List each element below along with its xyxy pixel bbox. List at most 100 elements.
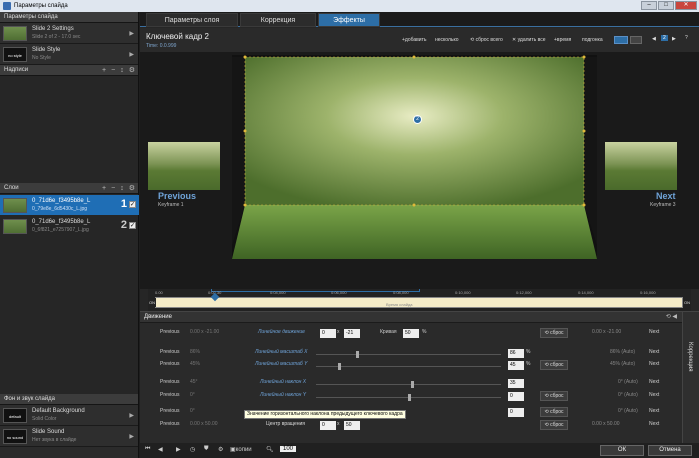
ok-button[interactable]: ОК bbox=[600, 445, 644, 456]
prev-keyframe-label[interactable]: Previous bbox=[158, 191, 196, 201]
gear-icon[interactable]: ⚙ bbox=[129, 65, 135, 76]
next-keyframe-thumb[interactable] bbox=[605, 142, 677, 190]
shield-icon[interactable]: ⛊ bbox=[204, 446, 209, 453]
background-thumb: default bbox=[3, 408, 27, 423]
skew-x-slider[interactable] bbox=[316, 381, 501, 388]
reset-button[interactable]: ⟲ сброс bbox=[540, 391, 568, 401]
copy-button[interactable]: ▣копии bbox=[230, 446, 252, 453]
close-button[interactable]: ✕ bbox=[675, 1, 697, 10]
motion-row: Previous 86% Линейный масштаб X 86 % 86%… bbox=[140, 349, 680, 360]
timeline-end[interactable]: ON bbox=[683, 298, 691, 307]
next-label[interactable]: Next bbox=[649, 408, 659, 414]
previous-label[interactable]: Previous bbox=[160, 361, 179, 367]
add-icon[interactable]: + bbox=[102, 183, 106, 194]
layer-number: 2 bbox=[120, 219, 127, 231]
page-prev-icon[interactable]: ◀ bbox=[652, 36, 656, 42]
gear-icon[interactable]: ⚙ bbox=[129, 183, 135, 194]
clock-icon[interactable]: ◷ bbox=[190, 446, 195, 453]
skew-y-slider[interactable] bbox=[316, 394, 501, 401]
slide-sound-row[interactable]: no sound Slide Sound Нет звука в слайде … bbox=[0, 426, 138, 447]
reset-motion-icon[interactable]: ⟲ ◀ bbox=[666, 312, 677, 323]
reset-button[interactable]: ⟲ сброс bbox=[540, 360, 568, 370]
time-button[interactable]: +время bbox=[554, 37, 571, 43]
slide-preview[interactable]: 2 bbox=[232, 55, 597, 259]
prev-icon[interactable]: ◀ bbox=[158, 446, 163, 453]
page-number[interactable]: 2 bbox=[661, 35, 668, 41]
slider-knob[interactable] bbox=[408, 394, 411, 401]
move-x-input[interactable]: 0 bbox=[320, 329, 336, 338]
next-label[interactable]: Next bbox=[649, 392, 659, 398]
move-y-input[interactable]: -21 bbox=[344, 329, 360, 338]
reset-button[interactable]: ⟲ сброс bbox=[540, 420, 568, 430]
scale-x-slider[interactable] bbox=[316, 351, 501, 358]
play-icon[interactable]: ▶ bbox=[176, 446, 181, 453]
cancel-button[interactable]: Отмена bbox=[648, 445, 692, 456]
remove-icon[interactable]: − bbox=[111, 183, 115, 194]
next-label[interactable]: Next bbox=[649, 379, 659, 385]
sort-icon[interactable]: ↕ bbox=[120, 65, 124, 76]
sort-icon[interactable]: ↕ bbox=[120, 183, 124, 194]
timeline-start[interactable]: ON bbox=[148, 298, 156, 307]
remove-icon[interactable]: − bbox=[111, 65, 115, 76]
gear-icon[interactable]: ⚙ bbox=[218, 446, 223, 453]
page-next-icon[interactable]: ▶ bbox=[672, 36, 676, 42]
skew-y-input[interactable]: 0 bbox=[508, 392, 524, 401]
previous-label[interactable]: Previous bbox=[160, 408, 179, 414]
scale-y-slider[interactable] bbox=[316, 363, 501, 370]
layer-item[interactable]: 0_71d6e_f3495b8e_L 0_6f821_e7257907_L.jp… bbox=[0, 216, 139, 236]
slider-knob[interactable] bbox=[411, 381, 414, 388]
add-icon[interactable]: + bbox=[102, 65, 106, 76]
slider-knob[interactable] bbox=[338, 363, 341, 370]
previous-label[interactable]: Previous bbox=[160, 379, 179, 385]
delete-all-button[interactable]: ✕ удалить все bbox=[512, 37, 546, 43]
curve-input[interactable]: 50 bbox=[403, 329, 419, 338]
reset-all-button[interactable]: ⟲ сброс всего bbox=[470, 37, 503, 43]
previous-label[interactable]: Previous bbox=[160, 421, 179, 427]
minimize-button[interactable]: – bbox=[641, 1, 657, 10]
help-icon[interactable]: ? bbox=[685, 35, 688, 41]
scale-x-input[interactable]: 86 bbox=[508, 349, 524, 358]
slide-settings-row[interactable]: Slide 2 Settings Slide 2 of 2 - 17.0 sec… bbox=[0, 23, 138, 44]
default-background-row[interactable]: default Default Background Solid Color ▶ bbox=[0, 405, 138, 426]
view-mode-toggle-alt[interactable] bbox=[630, 36, 642, 44]
rotation-input[interactable]: 0 bbox=[508, 408, 524, 417]
skew-x-input[interactable]: 35 bbox=[508, 379, 524, 388]
keyframe-marker[interactable]: 2 bbox=[413, 115, 422, 124]
tab-layer-params[interactable]: Параметры слоя bbox=[146, 13, 238, 27]
previous-label[interactable]: Previous bbox=[160, 349, 179, 355]
tab-effects[interactable]: Эффекты bbox=[318, 13, 380, 27]
next-label[interactable]: Next bbox=[649, 421, 659, 427]
next-label[interactable]: Next bbox=[649, 349, 659, 355]
fit-button[interactable]: подгонка bbox=[582, 37, 603, 43]
next-keyframe-label[interactable]: Next bbox=[656, 191, 676, 201]
maximize-button[interactable]: □ bbox=[658, 1, 674, 10]
slide-style-row[interactable]: no style Slide Style No Style ▶ bbox=[0, 44, 138, 65]
zoom-input[interactable]: 100 bbox=[280, 446, 297, 452]
center-y-input[interactable]: 50 bbox=[344, 421, 360, 430]
slider-knob[interactable] bbox=[356, 351, 359, 358]
reset-button[interactable]: ⟲ сброс bbox=[540, 328, 568, 338]
previous-label[interactable]: Previous bbox=[160, 392, 179, 398]
next-label[interactable]: Next bbox=[649, 361, 659, 367]
view-mode-toggle[interactable] bbox=[614, 36, 628, 44]
next-value: 0.00 x 50.00 bbox=[592, 421, 620, 427]
reset-button[interactable]: ⟲ сброс bbox=[540, 407, 568, 417]
several-button[interactable]: несколько bbox=[435, 37, 459, 43]
first-icon[interactable]: ⏮ bbox=[145, 446, 150, 453]
scale-y-input[interactable]: 45 bbox=[508, 361, 524, 370]
add-keyframe-button[interactable]: +добавить bbox=[402, 37, 427, 43]
left-panel: Параметры слайда Slide 2 Settings Slide … bbox=[0, 12, 139, 458]
timeline[interactable]: 0.00 0:02.30 0:04,000 0:06,000 0:08,000 … bbox=[148, 289, 691, 311]
next-label[interactable]: Next bbox=[649, 329, 659, 335]
prev-keyframe-thumb[interactable] bbox=[148, 142, 220, 190]
previous-label[interactable]: Previous bbox=[160, 329, 179, 335]
tab-correction[interactable]: Коррекция bbox=[240, 13, 316, 27]
timeline-bar[interactable]: Время слайда bbox=[155, 292, 683, 308]
next-value: 0° (Auto) bbox=[618, 392, 638, 398]
correction-side-tab[interactable]: Коррекция bbox=[682, 312, 699, 444]
center-x-input[interactable]: 0 bbox=[320, 421, 336, 430]
layer-visible-checkbox[interactable]: ✓ bbox=[129, 201, 136, 208]
layer-item[interactable]: 0_71d6e_f3495b8e_L 0_79e8e_6d5430c_L.jpg… bbox=[0, 195, 139, 215]
previous-value: 0.00 x -21.00 bbox=[190, 329, 220, 335]
layer-visible-checkbox[interactable]: ✓ bbox=[129, 222, 136, 229]
